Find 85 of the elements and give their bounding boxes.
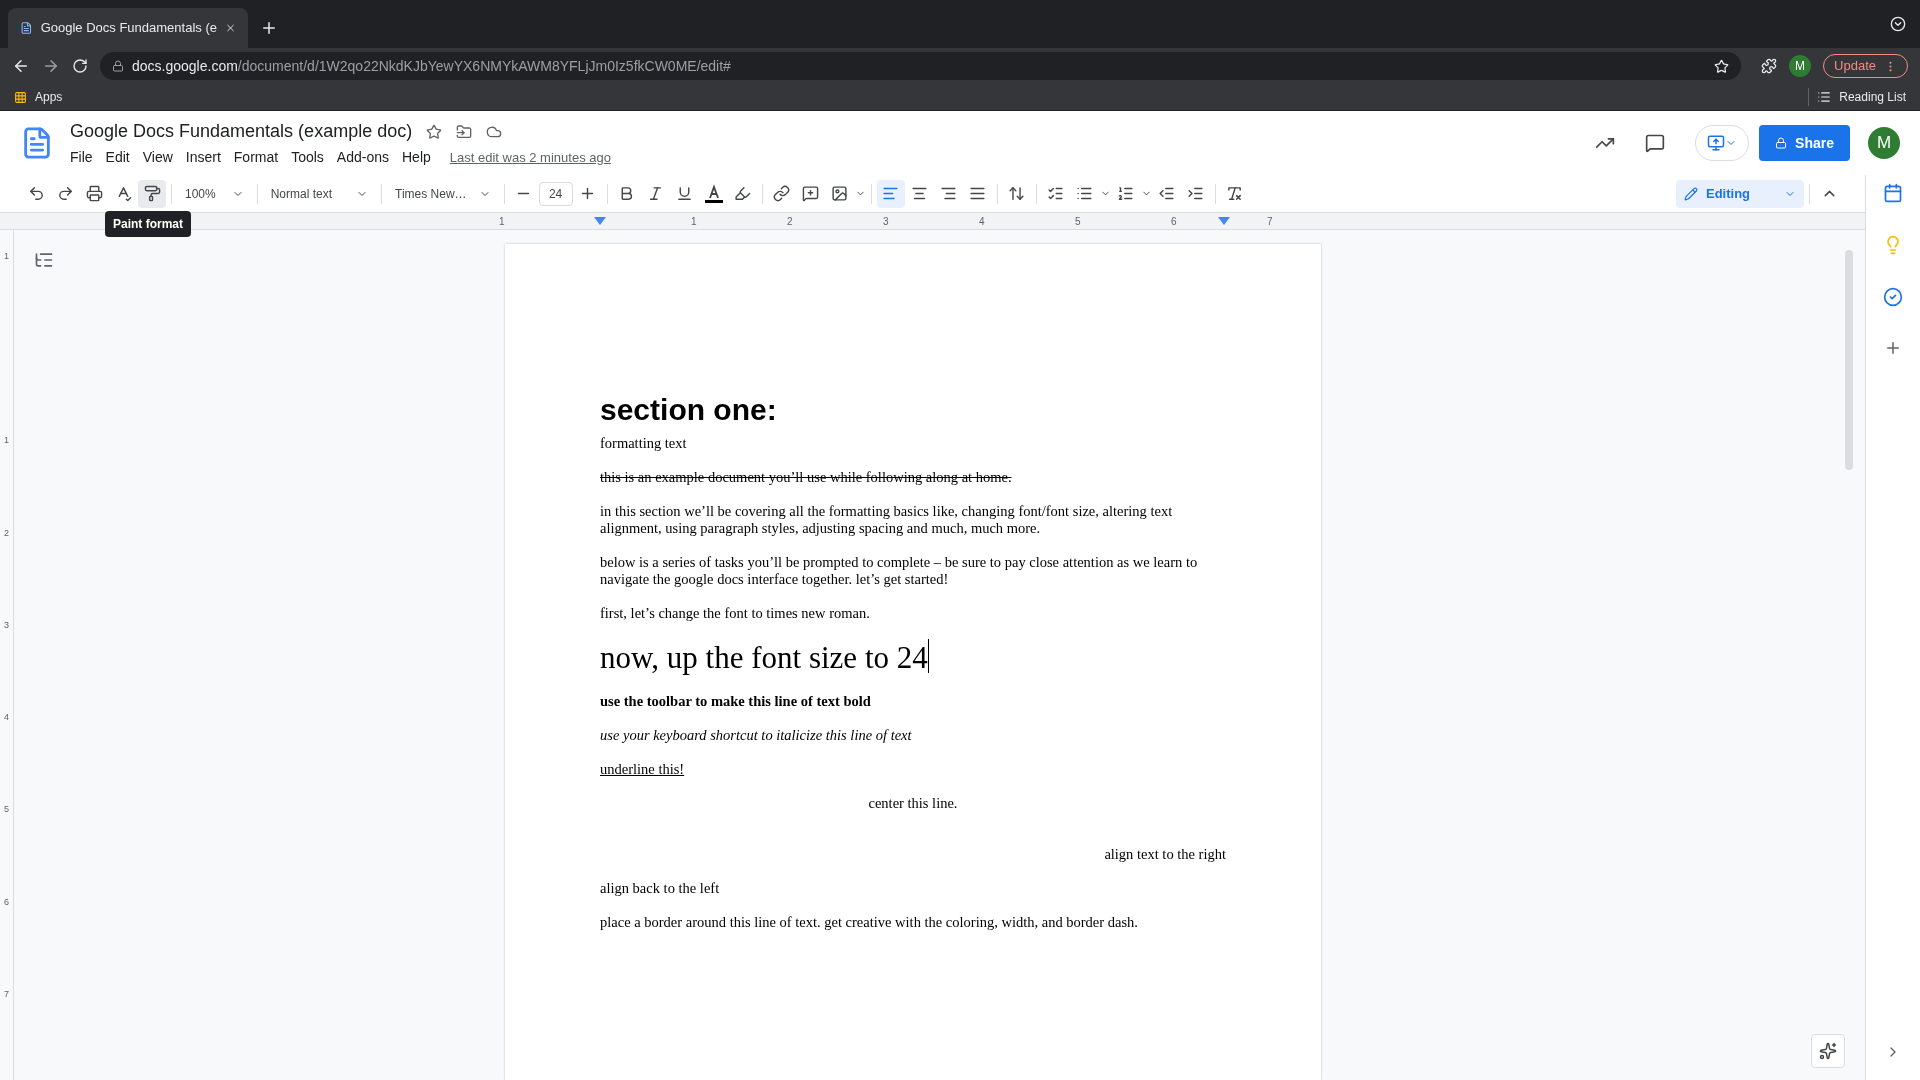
menu-item[interactable]: View bbox=[142, 147, 173, 168]
move-folder-icon[interactable] bbox=[456, 123, 473, 140]
paragraph: center this line. bbox=[867, 795, 959, 813]
scrollbar-thumb[interactable] bbox=[1845, 250, 1853, 470]
ruler-number: 4 bbox=[4, 712, 9, 723]
paragraph: underline this! bbox=[600, 761, 686, 779]
zoom-dropdown[interactable]: 100% bbox=[177, 179, 252, 208]
extensions-icon[interactable] bbox=[1761, 58, 1778, 74]
ruler-number: 7 bbox=[1267, 215, 1273, 227]
address-bar[interactable]: docs.google.com/document/d/1W2qo22NkdKJbYewYX6NMYkAWM8YFLjJm0Iz5fkCW0ME/edit# bbox=[100, 52, 1742, 80]
menu-item[interactable]: Add-ons bbox=[336, 147, 389, 168]
tooltip: Paint format bbox=[105, 211, 191, 237]
bookmark-item[interactable]: Apps bbox=[35, 88, 63, 106]
style-dropdown[interactable]: Normal text bbox=[262, 179, 377, 208]
explore-button[interactable] bbox=[1811, 1034, 1845, 1068]
forward-icon[interactable] bbox=[42, 57, 60, 75]
ruler-number: 5 bbox=[4, 804, 9, 815]
back-icon[interactable] bbox=[12, 57, 30, 75]
paragraph: this is an example document you’ll use while following along at home. bbox=[600, 468, 1013, 486]
apps-grid-icon[interactable] bbox=[14, 90, 27, 104]
ruler-number: 6 bbox=[1171, 215, 1177, 227]
docs-favicon-icon bbox=[20, 20, 33, 36]
ruler-number: 7 bbox=[4, 988, 9, 999]
ruler-number: 1 bbox=[499, 215, 505, 227]
section-heading: section one: bbox=[600, 392, 778, 428]
calendar-icon[interactable] bbox=[1883, 183, 1903, 203]
font-size-field[interactable]: 24 bbox=[538, 181, 573, 206]
ruler-number: 4 bbox=[979, 215, 985, 227]
new-tab-icon[interactable] bbox=[260, 19, 278, 37]
paragraph: use your keyboard shortcut to italicize this line of text bbox=[600, 727, 913, 745]
menu-item[interactable]: Format bbox=[233, 147, 279, 168]
browser-tab[interactable]: Google Docs Fundamentals (e bbox=[8, 8, 248, 48]
menu-item[interactable]: Insert bbox=[185, 147, 221, 168]
paragraph: use the toolbar to make this line of text bold bbox=[600, 693, 872, 711]
ruler-number: 5 bbox=[1075, 215, 1081, 227]
user-avatar[interactable]: M bbox=[1868, 127, 1900, 159]
editing-mode-dropdown[interactable]: Editing bbox=[1676, 179, 1804, 208]
outline-icon[interactable] bbox=[34, 250, 54, 270]
text-color-icon[interactable] bbox=[703, 183, 724, 204]
paragraph: align text to the right bbox=[1103, 846, 1226, 864]
present-icon bbox=[1707, 134, 1726, 152]
ruler-number: 1 bbox=[4, 435, 9, 446]
indent-marker-icon[interactable] bbox=[1218, 217, 1230, 225]
document-title[interactable]: Google Docs Fundamentals (example doc) bbox=[70, 118, 413, 145]
menu-item[interactable]: Tools bbox=[291, 147, 324, 168]
paragraph: place a border around this line of text. get creative with the coloring, width, and border dash. bbox=[600, 914, 1139, 932]
paragraph: below is a series of tasks you’ll be prompted to complete – be sure to pay close attention as we learn to navigate the google docs interface together. let’s get started! bbox=[600, 553, 1199, 588]
profile-avatar[interactable]: M bbox=[1789, 55, 1812, 77]
align-left-icon[interactable] bbox=[876, 179, 905, 208]
ruler-number: 1 bbox=[4, 251, 9, 261]
last-edit-link[interactable]: Last edit was 2 minutes ago bbox=[449, 147, 611, 168]
lock-icon bbox=[112, 60, 124, 72]
indent-marker-icon[interactable] bbox=[594, 217, 606, 225]
tab-search-icon[interactable] bbox=[1890, 16, 1906, 32]
paragraph: formatting text bbox=[600, 434, 688, 452]
ruler-number: 1 bbox=[691, 215, 697, 227]
bookmark-star-icon[interactable] bbox=[1714, 58, 1730, 74]
font-dropdown[interactable]: Times New… bbox=[387, 179, 499, 208]
sparkle-icon bbox=[1819, 1042, 1837, 1060]
tasks-icon[interactable] bbox=[1883, 287, 1903, 307]
paragraph: in this section we’ll be covering all the formatting basics like, changing font/font size, altering text alignment, using paragraph styles, adjusting spacing and much, much more. bbox=[600, 502, 1174, 537]
menu-item[interactable]: File bbox=[70, 147, 93, 168]
reading-list-button[interactable]: Reading List bbox=[1839, 88, 1906, 106]
large-paragraph: now, up the font size to 24 bbox=[600, 638, 928, 677]
lock-icon bbox=[1775, 137, 1788, 149]
share-button[interactable]: Share bbox=[1759, 125, 1850, 161]
paragraph: align back to the left bbox=[600, 880, 721, 898]
url-host: docs.google.com bbox=[132, 56, 238, 76]
ruler-number: 2 bbox=[4, 527, 9, 538]
ruler-number: 2 bbox=[787, 215, 793, 227]
add-icon[interactable] bbox=[1884, 339, 1902, 357]
paragraph: first, let’s change the font to times new roman. bbox=[600, 604, 871, 622]
comments-icon[interactable] bbox=[1645, 133, 1666, 153]
ruler-number: 3 bbox=[883, 215, 889, 227]
ruler-number: 3 bbox=[4, 619, 9, 630]
tab-title: Google Docs Fundamentals (e bbox=[40, 19, 217, 38]
reload-icon[interactable] bbox=[72, 58, 88, 74]
paint-roller-icon[interactable] bbox=[138, 179, 166, 208]
pencil-icon bbox=[1684, 186, 1698, 201]
reading-list-icon[interactable] bbox=[1817, 90, 1832, 104]
star-icon[interactable] bbox=[426, 123, 443, 140]
menu-item[interactable]: Help bbox=[402, 147, 431, 168]
menu-item[interactable]: Edit bbox=[105, 147, 130, 168]
url-path: /document/d/1W2qo22NkdKJbYewYX6NMYkAWM8YFLjJm0Iz5fkCW0ME/edit# bbox=[237, 56, 732, 76]
ruler-number: 6 bbox=[4, 896, 9, 907]
